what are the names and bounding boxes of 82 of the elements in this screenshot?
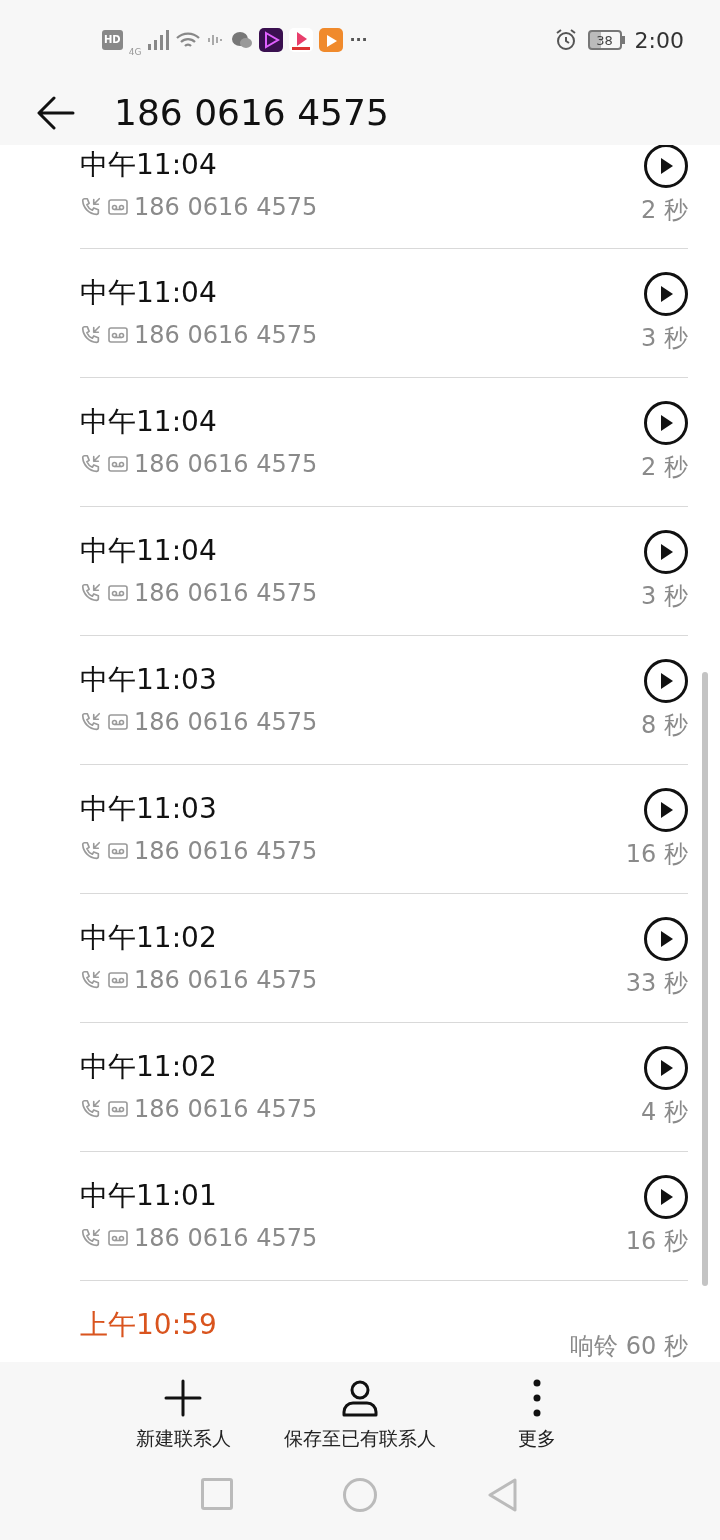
play-button[interactable] bbox=[644, 1175, 688, 1219]
incoming-call-icon bbox=[80, 969, 102, 991]
phone-number: 186 0616 4575 bbox=[134, 320, 318, 351]
music-app-icon bbox=[289, 28, 314, 52]
voicemail-icon bbox=[108, 1230, 128, 1246]
play-button[interactable] bbox=[644, 401, 688, 445]
call-time: 中午11:03 bbox=[80, 663, 218, 697]
player-app-icon bbox=[319, 28, 344, 52]
plus-icon bbox=[164, 1379, 202, 1417]
play-icon bbox=[658, 672, 674, 690]
more-icon bbox=[532, 1379, 542, 1417]
call-time: 中午11:02 bbox=[80, 1050, 218, 1084]
signal-icon bbox=[147, 30, 170, 50]
call-duration: 4 秒 bbox=[641, 1097, 688, 1128]
play-icon bbox=[658, 414, 674, 432]
play-icon bbox=[658, 285, 674, 303]
hd-badge: HD bbox=[102, 30, 123, 50]
voicemail-icon bbox=[108, 843, 128, 859]
chat-app-icon bbox=[231, 30, 254, 50]
video-app-icon bbox=[259, 28, 284, 52]
incoming-call-icon bbox=[80, 1227, 102, 1249]
play-button[interactable] bbox=[644, 788, 688, 832]
voicemail-icon bbox=[108, 585, 128, 601]
phone-number: 186 0616 4575 bbox=[134, 836, 318, 867]
call-duration: 2 秒 bbox=[641, 452, 688, 483]
call-duration: 3 秒 bbox=[641, 581, 688, 612]
incoming-call-icon bbox=[80, 453, 102, 475]
play-icon bbox=[658, 543, 674, 561]
voicemail-icon bbox=[108, 714, 128, 730]
call-time: 中午11:04 bbox=[80, 534, 218, 568]
network-label: 4G bbox=[128, 46, 142, 60]
action-button[interactable]: 新建联系人 bbox=[94, 1378, 272, 1453]
play-icon bbox=[658, 1188, 674, 1206]
voicemail-icon bbox=[108, 327, 128, 343]
incoming-call-icon bbox=[80, 324, 102, 346]
incoming-call-icon bbox=[80, 582, 102, 604]
phone-number: 186 0616 4575 bbox=[134, 965, 318, 996]
play-icon bbox=[658, 157, 674, 175]
phone-number: 186 0616 4575 bbox=[134, 707, 318, 738]
phone-number: 186 0616 4575 bbox=[134, 578, 318, 609]
call-time: 中午11:01 bbox=[80, 1179, 218, 1213]
call-time: 中午11:04 bbox=[80, 405, 218, 439]
more-notifications: ··· bbox=[349, 29, 368, 51]
clock-time: 2:00 bbox=[634, 26, 684, 55]
page-title: 186 0616 4575 bbox=[114, 90, 389, 135]
play-button[interactable] bbox=[644, 530, 688, 574]
play-button[interactable] bbox=[644, 1046, 688, 1090]
voicemail-icon bbox=[108, 972, 128, 988]
call-time: 中午11:04 bbox=[80, 276, 218, 310]
play-button[interactable] bbox=[644, 272, 688, 316]
play-icon bbox=[658, 930, 674, 948]
voicemail-icon bbox=[108, 199, 128, 215]
incoming-call-icon bbox=[80, 840, 102, 862]
call-duration: 16 秒 bbox=[625, 1226, 688, 1257]
action-button[interactable]: 更多 bbox=[448, 1378, 626, 1453]
play-button[interactable] bbox=[644, 917, 688, 961]
phone-number: 186 0616 4575 bbox=[134, 192, 318, 223]
voicemail-icon bbox=[108, 456, 128, 472]
call-duration: 8 秒 bbox=[641, 710, 688, 741]
call-time: 上午10:59 bbox=[80, 1308, 217, 1342]
call-duration: 16 秒 bbox=[625, 839, 688, 870]
call-duration: 3 秒 bbox=[641, 323, 688, 354]
incoming-call-icon bbox=[80, 196, 102, 218]
incoming-call-icon bbox=[80, 711, 102, 733]
incoming-call-icon bbox=[80, 1098, 102, 1120]
call-time: 中午11:03 bbox=[80, 792, 218, 826]
battery-level: 38 bbox=[596, 33, 613, 47]
action-button[interactable]: 保存至已有联系人 bbox=[271, 1378, 449, 1453]
play-icon bbox=[658, 1059, 674, 1077]
phone-number: 186 0616 4575 bbox=[134, 1094, 318, 1125]
phone-number: 186 0616 4575 bbox=[134, 449, 318, 480]
play-button[interactable] bbox=[644, 145, 688, 188]
play-icon bbox=[658, 801, 674, 819]
call-time: 中午11:02 bbox=[80, 921, 218, 955]
phone-number: 186 0616 4575 bbox=[134, 1223, 318, 1254]
person-icon bbox=[341, 1379, 379, 1417]
call-duration: 响铃 60 秒 bbox=[570, 1331, 688, 1362]
call-duration: 33 秒 bbox=[625, 968, 688, 999]
play-button[interactable] bbox=[644, 659, 688, 703]
call-duration: 2 秒 bbox=[641, 195, 688, 226]
call-time: 中午11:04 bbox=[80, 148, 218, 182]
voicemail-icon bbox=[108, 1101, 128, 1117]
